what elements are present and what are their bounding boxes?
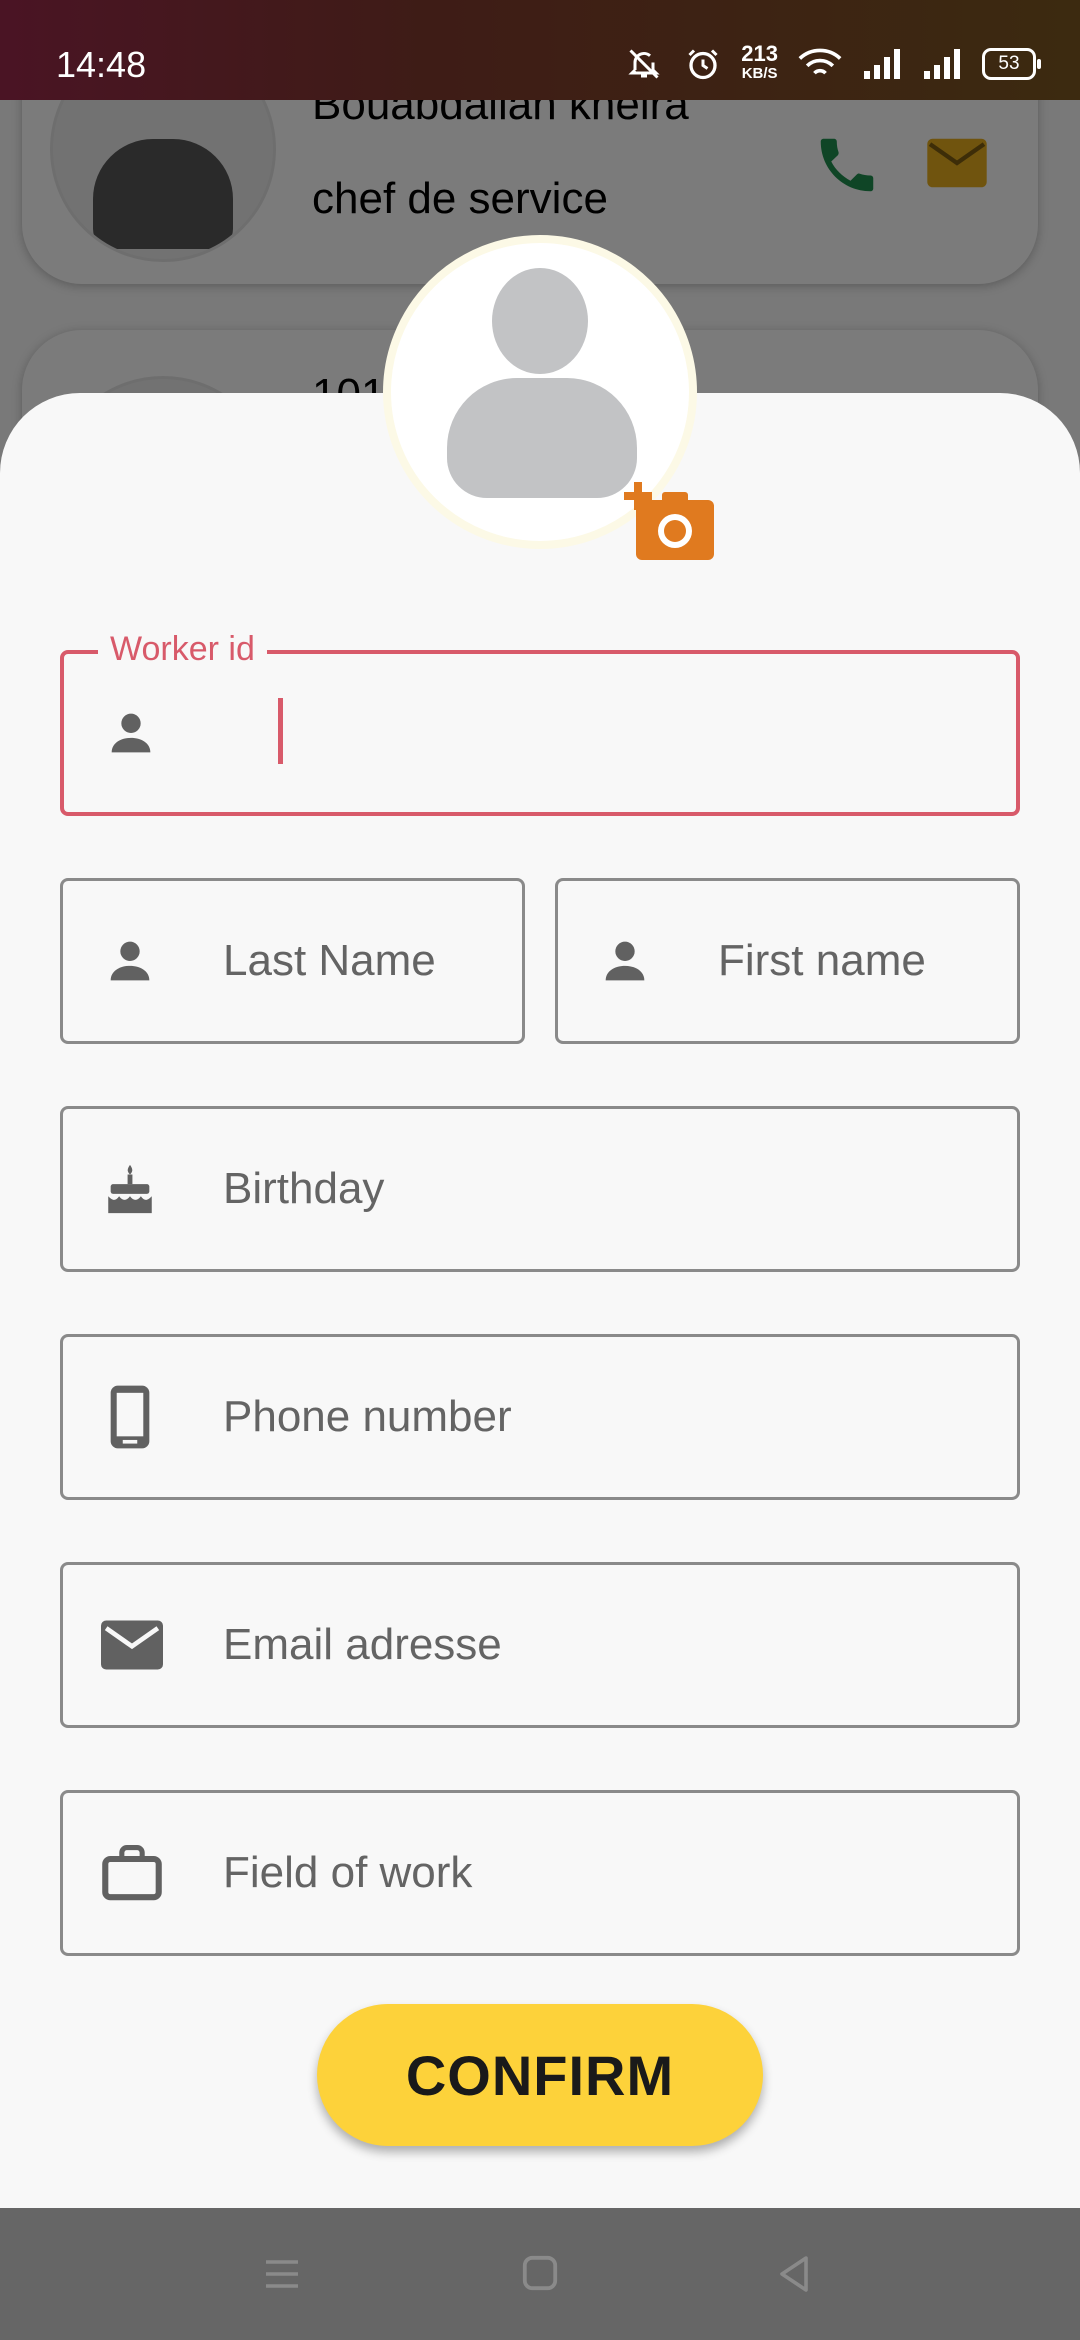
confirm-button[interactable]: CONFIRM [317,2004,763,2146]
status-bar: 14:48 213 KB/S 53 [0,0,1080,100]
first-name-field[interactable] [555,878,1020,1044]
person-icon [596,932,654,990]
system-nav-bar [0,2208,1080,2340]
person-icon [102,704,160,762]
email-field[interactable] [60,1562,1020,1728]
person-icon [101,932,159,990]
back-icon[interactable] [774,2254,814,2294]
briefcase-icon [101,1845,163,1901]
home-icon[interactable] [521,2254,559,2292]
birthday-input[interactable] [223,1109,997,1269]
status-time: 14:48 [56,44,147,85]
field-of-work-input[interactable] [223,1793,997,1953]
last-name-input[interactable] [223,881,502,1041]
signal-icon [922,49,962,79]
envelope-icon [101,1620,163,1670]
signal-icon [862,49,902,79]
wifi-icon [798,47,842,81]
worker-id-input[interactable] [224,654,996,812]
worker-id-field[interactable]: Worker id [60,630,1020,816]
field-of-work-field[interactable] [60,1790,1020,1956]
last-name-field[interactable] [60,878,525,1044]
add-camera-icon[interactable] [622,478,718,573]
phone-input[interactable] [223,1337,997,1497]
smartphone-icon [101,1383,159,1451]
network-speed: 213 KB/S [741,41,778,83]
battery-indicator: 53 [982,48,1041,80]
menu-icon[interactable] [262,2254,302,2294]
phone-field[interactable] [60,1334,1020,1500]
birthday-field[interactable] [60,1106,1020,1272]
person-silhouette-icon [492,268,588,374]
mute-bell-icon [623,46,665,82]
first-name-input[interactable] [718,881,997,1041]
cake-icon [101,1160,159,1218]
email-input[interactable] [223,1565,997,1725]
alarm-icon [685,46,721,82]
